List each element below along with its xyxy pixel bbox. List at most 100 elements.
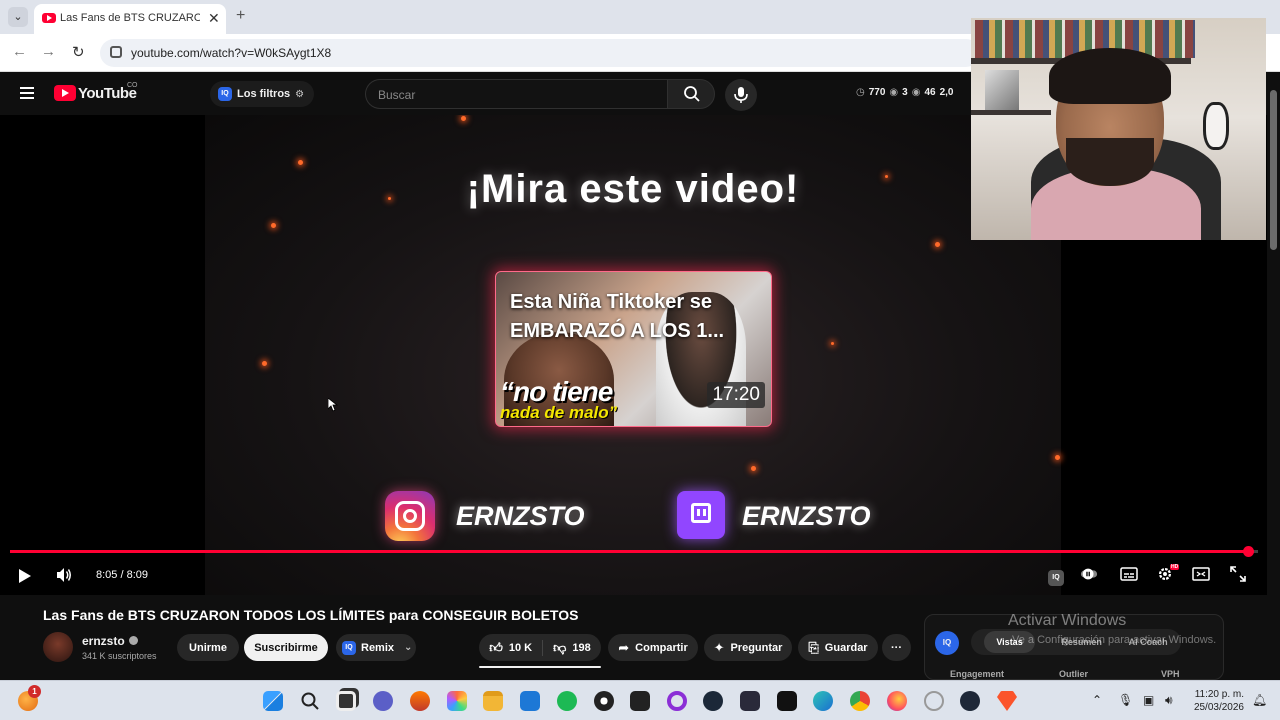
channel-avatar[interactable] <box>43 632 73 662</box>
tab-search-dropdown-icon[interactable]: ⌄ <box>8 7 28 27</box>
iq-player-button[interactable]: IQ <box>1048 566 1066 586</box>
chrome-icon[interactable] <box>850 691 870 711</box>
brave-icon[interactable] <box>997 691 1017 711</box>
autoplay-toggle[interactable] <box>1080 566 1098 582</box>
search-placeholder: Buscar <box>378 88 416 102</box>
file-explorer-icon[interactable] <box>483 691 503 711</box>
copilot-icon[interactable] <box>447 691 467 711</box>
volume-tray-icon[interactable]: 🔊︎ <box>1165 693 1173 708</box>
spark-particle <box>271 223 276 228</box>
reload-icon[interactable]: ↻ <box>72 43 85 61</box>
twitch-handle[interactable]: ERNZSTO <box>742 501 871 532</box>
windows-taskbar: 1 ⌃ 🎙︎ ▣ 🔊︎ 11:20 p. m. 25/03/2026 🔔︎ <box>0 680 1280 720</box>
more-actions-button[interactable]: ··· <box>882 634 911 661</box>
join-button[interactable]: Unirme <box>177 634 239 661</box>
subscriber-count: 341 K suscriptores <box>82 651 157 661</box>
tor-icon[interactable] <box>924 691 944 711</box>
headset-app-icon[interactable] <box>410 691 430 711</box>
obs-icon[interactable] <box>594 691 614 711</box>
filters-button[interactable]: IQ Los filtros ⚙ <box>210 81 315 107</box>
gamers-app-icon[interactable] <box>777 691 797 711</box>
col-outlier: Outlier <box>1059 669 1089 679</box>
forward-arrow-icon[interactable]: → <box>41 43 56 60</box>
subscribe-button[interactable]: Suscribirme <box>244 634 328 661</box>
edge-icon[interactable] <box>813 691 833 711</box>
stat-eye1: 3 <box>902 87 908 98</box>
ask-label: Preguntar <box>730 641 783 654</box>
twitch-icon[interactable] <box>677 491 725 539</box>
spark-particle <box>751 466 756 471</box>
streamer-hair-image <box>1049 48 1171 104</box>
like-button[interactable]: 👍︎ 10 K <box>489 639 544 656</box>
scrollbar-thumb[interactable] <box>1270 90 1277 250</box>
sparkle-icon: ✦ <box>713 639 725 655</box>
vidiq-logo-icon: IQ <box>935 631 959 655</box>
tab-close-icon[interactable]: ✕ <box>208 10 220 27</box>
stat-eye2: 46 <box>924 87 936 98</box>
notification-bell-icon[interactable]: 🔔︎ <box>1252 693 1267 707</box>
epic-games-icon[interactable] <box>630 691 650 711</box>
microphone-icon <box>734 87 748 103</box>
system-clock[interactable]: 11:20 p. m. 25/03/2026 <box>1188 688 1244 714</box>
share-arrow-icon: ➦ <box>618 639 630 655</box>
share-label: Compartir <box>635 641 688 654</box>
dislike-count: 198 <box>572 641 591 654</box>
save-button[interactable]: ⎘ Guardar <box>798 634 878 661</box>
firefox-icon[interactable] <box>887 691 907 711</box>
new-tab-button[interactable]: + <box>236 7 245 25</box>
instagram-handle[interactable]: ERNZSTO <box>456 501 585 532</box>
share-button[interactable]: ➦ Compartir <box>608 634 698 661</box>
circle-app-icon[interactable] <box>667 691 687 711</box>
video-stats: ◷ 770 ◉ 3 ◉ 46 2,0 <box>856 87 953 98</box>
url-text[interactable]: youtube.com/watch?v=W0kSAygt1X8 <box>131 46 331 60</box>
instagram-icon[interactable] <box>385 491 435 541</box>
fullscreen-icon[interactable] <box>1229 566 1247 582</box>
miniplayer-icon[interactable] <box>1192 566 1210 582</box>
thumbs-up-icon: 👍︎ <box>489 639 503 655</box>
spark-particle <box>831 342 834 345</box>
eye-icon-2: ◉ <box>911 87 921 98</box>
dislike-button[interactable]: 👎︎ 198 <box>543 640 591 656</box>
address-bar[interactable]: youtube.com/watch?v=W0kSAygt1X8 <box>100 39 980 67</box>
stat-views: 770 <box>868 87 886 98</box>
spotify-icon[interactable] <box>557 691 577 711</box>
davinci-icon[interactable] <box>740 691 760 711</box>
like-dislike-group: 👍︎ 10 K 👎︎ 198 <box>479 634 601 661</box>
windows-activation-subtitle: Ve a Configuración para activar Windows. <box>1012 634 1217 646</box>
search-icon[interactable] <box>300 691 320 711</box>
teams-icon[interactable] <box>373 691 393 711</box>
steam-icon[interactable] <box>703 691 723 711</box>
search-button[interactable] <box>667 79 715 109</box>
country-code: CO <box>127 82 138 89</box>
volume-icon[interactable] <box>55 566 73 584</box>
video-title: Las Fans de BTS CRUZARON TODOS LOS LÍMIT… <box>43 607 579 623</box>
remix-button[interactable]: IQ Remix ⌄ <box>336 634 416 661</box>
channel-name[interactable]: ernzsto <box>82 634 138 648</box>
subtitles-icon[interactable] <box>1120 566 1138 582</box>
windows-start-icon[interactable] <box>263 691 283 711</box>
progress-scrubber[interactable] <box>1242 546 1254 557</box>
voice-search-button[interactable] <box>725 79 757 111</box>
notification-badge: 1 <box>28 685 41 698</box>
spark-particle <box>298 160 303 165</box>
suggested-video-thumbnail[interactable]: Esta Niña Tiktoker se EMBARAZÓ A LOS 1..… <box>495 271 772 427</box>
back-arrow-icon[interactable]: ← <box>12 43 27 60</box>
ask-button[interactable]: ✦ Preguntar <box>704 634 792 661</box>
site-info-icon[interactable] <box>110 46 122 58</box>
search-input[interactable]: Buscar <box>365 79 667 109</box>
task-view-icon[interactable] <box>336 691 356 711</box>
play-icon[interactable] <box>19 569 31 583</box>
microsoft-store-icon[interactable] <box>520 691 540 711</box>
channel-name-text[interactable]: ernzsto <box>82 634 125 648</box>
time-display: 8:05 / 8:09 <box>96 569 148 581</box>
progress-bar[interactable] <box>10 546 1258 557</box>
speed-gauge-icon[interactable] <box>960 691 980 711</box>
youtube-logo-icon[interactable] <box>54 85 76 101</box>
microphone-tray-icon[interactable]: 🎙︎ <box>1118 693 1133 707</box>
network-icon[interactable]: ▣ <box>1143 693 1154 707</box>
browser-tab-active[interactable]: Las Fans de BTS CRUZARON TO ✕ <box>34 4 226 34</box>
show-hidden-icons-icon[interactable]: ⌃ <box>1092 693 1102 707</box>
clock-date: 25/03/2026 <box>1193 702 1244 713</box>
hamburger-menu-icon[interactable] <box>20 87 34 99</box>
page-scrollbar[interactable] <box>1267 72 1280 680</box>
